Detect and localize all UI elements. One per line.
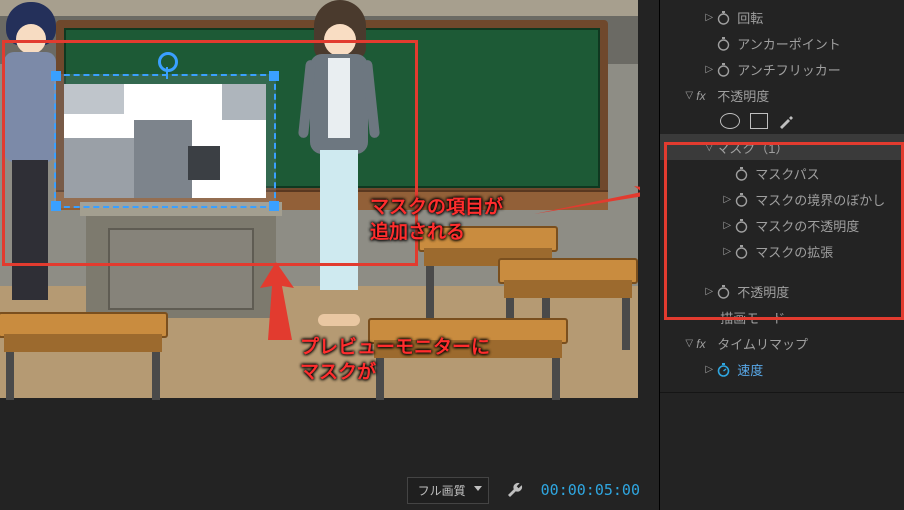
chevron-right-icon[interactable] xyxy=(702,64,716,75)
property-anchor-point[interactable]: アンカーポイント xyxy=(660,30,904,56)
student-desk xyxy=(0,312,168,400)
group-time-remap[interactable]: fx タイムリマップ xyxy=(660,330,904,356)
chevron-right-icon[interactable] xyxy=(702,364,716,375)
wrench-icon[interactable] xyxy=(507,482,523,498)
chevron-right-icon[interactable] xyxy=(702,12,716,23)
stopwatch-icon[interactable] xyxy=(716,62,731,77)
pen-mask-icon[interactable] xyxy=(778,113,794,129)
chevron-down-icon[interactable] xyxy=(682,90,696,101)
chevron-down-icon xyxy=(474,486,482,491)
ellipse-mask-icon[interactable] xyxy=(720,113,740,129)
playback-quality-label: フル画質 xyxy=(418,484,466,498)
group-label: 不透明度 xyxy=(717,86,769,105)
property-label: 回転 xyxy=(737,8,763,27)
preview-panel: マスクの項目が 追加される プレビューモニターに マスクが フル画質 xyxy=(0,0,659,510)
playback-quality-select[interactable]: フル画質 xyxy=(407,477,489,504)
monitor-bottom-bar: フル画質 00:00:05:00 xyxy=(0,470,660,510)
annotation-arrow-up xyxy=(246,262,306,340)
property-anti-flicker[interactable]: アンチフリッカー xyxy=(660,56,904,82)
divider xyxy=(660,392,904,393)
program-monitor[interactable]: マスクの項目が 追加される プレビューモニターに マスクが xyxy=(0,0,640,400)
annotation-box-panel xyxy=(664,142,904,320)
group-opacity[interactable]: fx 不透明度 xyxy=(660,82,904,108)
annotation-text-preview: プレビューモニターに マスクが xyxy=(300,336,490,385)
stopwatch-icon[interactable] xyxy=(716,36,731,51)
rect-mask-icon[interactable] xyxy=(750,113,768,129)
mask-shape-tools xyxy=(660,108,904,134)
stopwatch-icon[interactable] xyxy=(716,10,731,25)
property-rotation[interactable]: 回転 xyxy=(660,4,904,30)
chevron-down-icon[interactable] xyxy=(682,338,696,349)
annotation-arrow-right xyxy=(534,186,640,226)
group-label: タイムリマップ xyxy=(717,334,808,353)
stopwatch-icon-active[interactable] xyxy=(716,362,731,377)
timecode-display[interactable]: 00:00:05:00 xyxy=(541,481,640,499)
property-speed[interactable]: 速度 xyxy=(660,356,904,382)
property-label: アンカーポイント xyxy=(737,34,840,53)
fx-icon[interactable]: fx xyxy=(696,337,711,350)
annotation-text-mask-item: マスクの項目が 追加される xyxy=(370,196,503,245)
property-label: 速度 xyxy=(737,360,763,379)
annotation-box-preview xyxy=(2,40,418,266)
fx-icon[interactable]: fx xyxy=(696,89,711,102)
property-label: アンチフリッカー xyxy=(737,60,840,79)
